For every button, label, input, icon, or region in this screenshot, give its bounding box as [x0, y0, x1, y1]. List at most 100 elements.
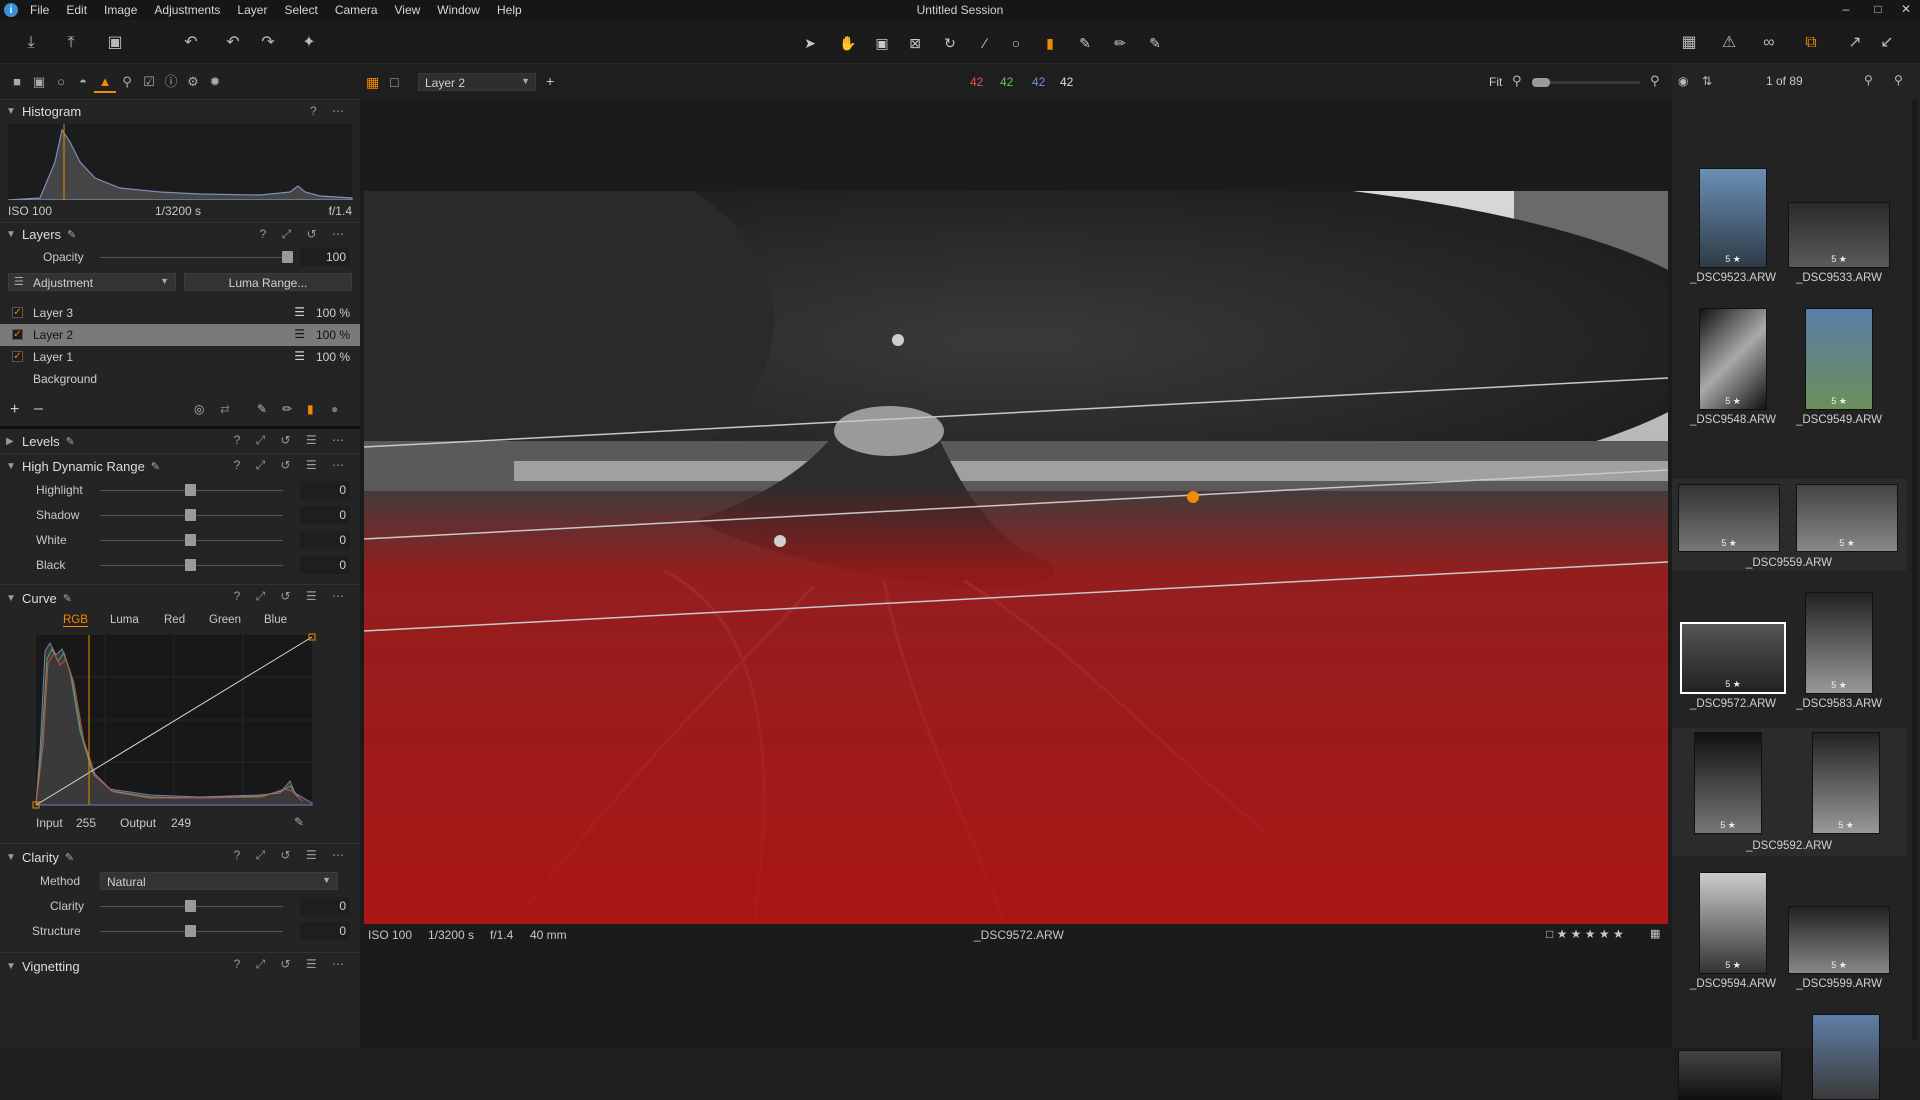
structure-value[interactable]: 0: [300, 922, 350, 940]
undo-history-icon[interactable]: ↶: [180, 32, 202, 54]
exposure-tab-icon[interactable]: ▲: [94, 71, 116, 93]
brush-icon[interactable]: ✎: [257, 402, 267, 416]
menu-image[interactable]: Image: [104, 3, 137, 17]
thumbnail[interactable]: 5 ★: [1812, 732, 1880, 834]
layer-select[interactable]: Layer 2 ▼: [418, 73, 536, 91]
layer-row-3[interactable]: ✓ Layer 3 ☰ 100 %: [0, 302, 360, 324]
curve-tab-luma[interactable]: Luma: [110, 614, 139, 626]
minimize-button[interactable]: –: [1836, 2, 1856, 18]
opacity-slider-track[interactable]: [100, 257, 283, 258]
thumbnail[interactable]: 5 ★ _DSC9599.ARW: [1784, 906, 1894, 990]
chevron-down-icon[interactable]: ▼: [6, 961, 16, 972]
black-value[interactable]: 0: [300, 556, 350, 574]
search-icon[interactable]: ⚲: [1894, 73, 1903, 87]
menu-camera[interactable]: Camera: [335, 3, 378, 17]
menu-layer[interactable]: Layer: [237, 3, 267, 17]
zoom-out-icon[interactable]: ⚲: [1512, 73, 1522, 89]
proof-glasses-icon[interactable]: ∞: [1758, 32, 1780, 54]
shadow-slider[interactable]: [185, 509, 196, 521]
camera-icon[interactable]: ▣: [104, 32, 126, 54]
thumbnail[interactable]: 5 ★: [1694, 732, 1762, 834]
thumbnail[interactable]: 5 ★: [1678, 484, 1780, 552]
chevron-down-icon[interactable]: ▼: [6, 461, 16, 472]
erase-icon[interactable]: ✏: [282, 402, 292, 416]
panel-actions[interactable]: ? ⤢ ↺ ☰ ⋯: [234, 957, 350, 972]
curve-header[interactable]: ▼ Curve ✎ ? ⤢ ↺ ☰ ⋯: [0, 585, 360, 611]
remove-layer-icon[interactable]: –: [34, 400, 43, 418]
panel-actions[interactable]: ? ⤢ ↺ ☰ ⋯: [234, 848, 350, 863]
stack-group[interactable]: 5 ★ 5 ★ _DSC9559.ARW: [1672, 479, 1906, 571]
undo-icon[interactable]: ↶: [222, 32, 244, 54]
sort-icon[interactable]: ⇅: [1702, 74, 1712, 88]
add-point-icon[interactable]: +: [546, 73, 554, 89]
layer-checkbox[interactable]: ✓: [12, 329, 23, 340]
curve-tab-red[interactable]: Red: [164, 614, 185, 626]
pointer-tool-icon[interactable]: ➤: [800, 33, 820, 53]
histogram-header[interactable]: ▼ Histogram ? ⋯: [0, 100, 360, 122]
black-slider[interactable]: [185, 559, 196, 571]
filter-icon[interactable]: ⚲: [1864, 73, 1873, 87]
layers-header[interactable]: ▼ Layers ✎ ? ⤢ ↺ ⋯: [0, 223, 360, 245]
eyedropper-icon[interactable]: ✎: [294, 815, 304, 829]
color-tab-icon[interactable]: ◓: [72, 71, 94, 93]
chevron-down-icon[interactable]: ▼: [6, 852, 16, 863]
menu-view[interactable]: View: [395, 3, 421, 17]
thumbnail-selected[interactable]: 5 ★ _DSC9572.ARW: [1678, 622, 1788, 710]
rotate-tool-icon[interactable]: ↻: [940, 33, 960, 53]
menu-edit[interactable]: Edit: [66, 3, 87, 17]
thumbnail[interactable]: 5 ★ _DSC9549.ARW: [1784, 308, 1894, 426]
vignetting-header[interactable]: ▼ Vignetting ? ⤢ ↺ ☰ ⋯: [0, 953, 360, 979]
apply-adjust-icon[interactable]: ↙: [1876, 32, 1898, 54]
layer-checkbox[interactable]: ✓: [12, 307, 23, 318]
exposure-warning-icon[interactable]: ⚠: [1718, 32, 1740, 54]
details-tab-icon[interactable]: ⚲: [116, 71, 138, 93]
shadow-value[interactable]: 0: [300, 506, 350, 524]
tag-icon[interactable]: ▦: [1650, 927, 1660, 940]
adjustment-select[interactable]: ☰ Adjustment ▼: [8, 273, 176, 291]
layers-stack-icon[interactable]: ⧉: [1800, 32, 1822, 54]
menu-select[interactable]: Select: [284, 3, 317, 17]
settings-tab-icon[interactable]: ⚙: [182, 71, 204, 93]
panel-actions[interactable]: ? ⤢ ↺ ☰ ⋯: [234, 589, 350, 604]
layer-row-2[interactable]: ✓ Layer 2 ☰ 100 %: [0, 324, 360, 346]
eye-icon[interactable]: ◉: [1678, 74, 1688, 88]
browser-scrollbar[interactable]: [1912, 100, 1918, 1040]
opacity-slider-knob[interactable]: [282, 251, 293, 263]
highlight-value[interactable]: 0: [300, 481, 350, 499]
opacity-value[interactable]: 100: [300, 248, 350, 266]
panel-actions[interactable]: ? ⤢ ↺ ⋯: [260, 227, 350, 242]
export-icon[interactable]: ⤒: [60, 32, 82, 54]
chevron-right-icon[interactable]: ▶: [6, 436, 16, 447]
layer-checkbox[interactable]: ✓: [12, 351, 23, 362]
mask-view-icon[interactable]: ◎: [194, 402, 204, 416]
menu-help[interactable]: Help: [497, 3, 522, 17]
main-photo[interactable]: [364, 191, 1668, 924]
chevron-down-icon[interactable]: ▼: [6, 229, 16, 240]
grid-icon[interactable]: ▦: [1678, 32, 1700, 54]
panel-actions[interactable]: ? ⤢ ↺ ☰ ⋯: [234, 433, 350, 448]
edit-icon[interactable]: ✎: [151, 460, 160, 473]
edit-icon[interactable]: ✎: [66, 435, 75, 448]
edit-icon[interactable]: ✎: [65, 851, 74, 864]
structure-slider[interactable]: [185, 925, 196, 937]
thumbnail[interactable]: 5 ★ _DSC9523.ARW: [1678, 168, 1788, 284]
zoom-in-icon[interactable]: ⚲: [1650, 73, 1660, 89]
close-button[interactable]: ✕: [1896, 2, 1916, 18]
rating-stars[interactable]: □ ★ ★ ★ ★ ★: [1546, 927, 1624, 941]
clarity-slider[interactable]: [185, 900, 196, 912]
thumbnail[interactable]: 5 ★ _DSC9533.ARW: [1784, 202, 1894, 284]
clarity-header[interactable]: ▼ Clarity ✎ ? ⤢ ↺ ☰ ⋯: [0, 844, 360, 870]
menu-window[interactable]: Window: [437, 3, 480, 17]
layer-row-1[interactable]: ✓ Layer 1 ☰ 100 %: [0, 346, 360, 368]
picker-tool-icon[interactable]: ✏: [1110, 33, 1130, 53]
white-value[interactable]: 0: [300, 531, 350, 549]
layer-row-background[interactable]: Background: [0, 368, 360, 390]
thumbnail[interactable]: 5 ★: [1796, 484, 1898, 552]
auto-adjust-wand-icon[interactable]: ✦: [298, 32, 320, 54]
info-tab-icon[interactable]: ⓘ: [160, 71, 182, 93]
thumbnail[interactable]: 5 ★ _DSC9583.ARW: [1784, 592, 1894, 710]
menu-file[interactable]: File: [30, 3, 49, 17]
add-layer-icon[interactable]: +: [10, 401, 19, 419]
crop-tool-icon[interactable]: ⊠: [905, 33, 925, 53]
hand-tool-icon[interactable]: ✋: [838, 33, 858, 53]
